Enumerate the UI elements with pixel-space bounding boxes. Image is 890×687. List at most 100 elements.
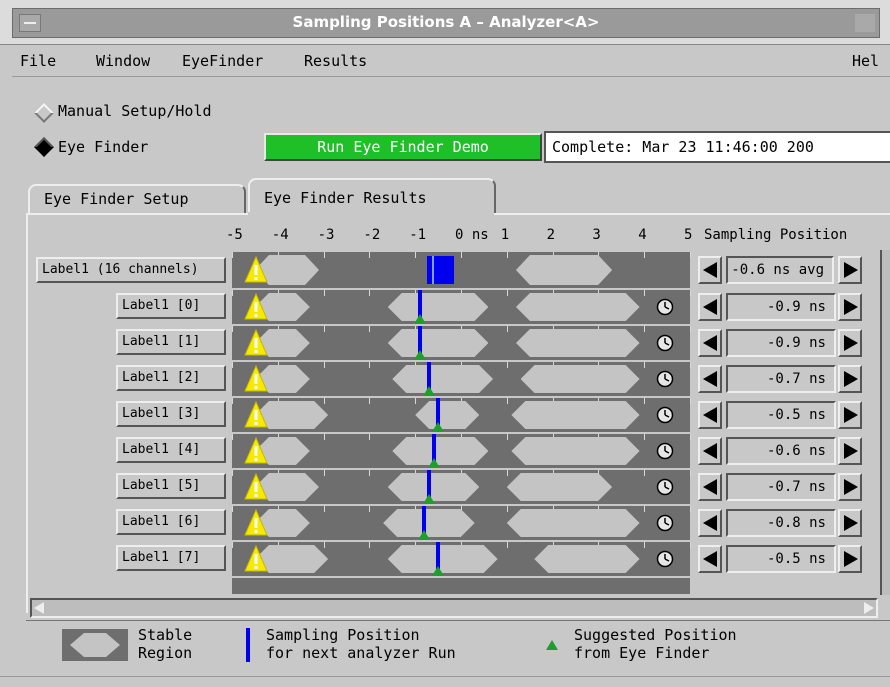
horizontal-scrollbar[interactable] — [30, 598, 878, 618]
warning-icon[interactable] — [244, 509, 268, 537]
manual-setup-radio[interactable] — [34, 103, 54, 123]
title-area[interactable]: Sampling Positions A – Analyzer<A> — [12, 8, 880, 38]
eye-finder-radio[interactable] — [34, 137, 54, 157]
axis-tick-label: 5 — [684, 227, 693, 243]
channel-label-button[interactable]: Label1 [0] — [116, 293, 226, 319]
warning-icon[interactable] — [244, 401, 268, 429]
warning-icon[interactable] — [244, 545, 268, 573]
axis-tick-mark — [232, 252, 233, 258]
channel-decrement-button[interactable] — [698, 509, 722, 537]
axis-tick-mark — [506, 542, 508, 548]
stable-region — [392, 365, 493, 393]
status-field: Complete: Mar 23 11:46:00 200 — [544, 131, 890, 163]
warning-icon[interactable] — [244, 329, 268, 357]
channel-decrement-button[interactable] — [698, 473, 722, 501]
axis-tick-mark — [461, 252, 462, 258]
axis-tick-mark — [506, 506, 508, 512]
run-eye-finder-demo-button[interactable]: Run Eye Finder Demo — [264, 133, 542, 161]
clock-icon[interactable] — [656, 334, 674, 352]
channel-decrement-button[interactable] — [698, 437, 722, 465]
axis-tick-label: 4 — [638, 227, 647, 243]
channel-label-button[interactable]: Label1 [3] — [116, 401, 226, 427]
axis-tick-mark — [506, 398, 508, 404]
channel-plot — [232, 326, 691, 360]
suggested-position-icon — [413, 350, 426, 360]
channel-decrement-button[interactable] — [698, 329, 722, 357]
summary-increment-button[interactable] — [838, 256, 862, 284]
axis-tick-mark — [323, 434, 325, 440]
channel-plot — [232, 434, 691, 468]
menu-window[interactable]: Window — [96, 52, 150, 70]
channel-label-button[interactable]: Label1 [5] — [116, 473, 226, 499]
axis-tick-mark — [232, 542, 233, 548]
menu-results[interactable]: Results — [304, 52, 367, 70]
channel-increment-button[interactable] — [838, 509, 862, 537]
channel-increment-button[interactable] — [838, 329, 862, 357]
clock-icon[interactable] — [656, 406, 674, 424]
axis-tick-label: 1 — [500, 227, 510, 243]
axis-tick-mark — [506, 252, 508, 258]
manual-setup-label[interactable]: Manual Setup/Hold — [58, 102, 212, 120]
clock-icon[interactable] — [656, 442, 674, 460]
warning-icon[interactable] — [244, 293, 268, 321]
channel-label-button[interactable]: Label1 [1] — [116, 329, 226, 355]
channel-increment-button[interactable] — [838, 293, 862, 321]
axis-tick-mark — [690, 326, 691, 332]
summary-label-button[interactable]: Label1 (16 channels) — [36, 257, 226, 283]
warning-icon[interactable] — [244, 473, 268, 501]
axis-tick-mark — [323, 506, 325, 512]
axis-tick-label: -5 — [226, 227, 243, 243]
axis-tick-label: -2 — [363, 227, 381, 243]
axis-tick-mark — [232, 362, 233, 368]
summary-decrement-button[interactable] — [698, 256, 722, 284]
axis-tick-mark — [323, 398, 325, 404]
axis-tick-label: 0 ns — [455, 227, 489, 243]
warning-icon[interactable] — [244, 365, 268, 393]
channel-decrement-button[interactable] — [698, 401, 722, 429]
stable-region-swatch — [62, 629, 128, 661]
channel-decrement-button[interactable] — [698, 365, 722, 393]
clock-icon[interactable] — [656, 370, 674, 388]
axis-tick-label: 3 — [592, 227, 601, 243]
eye-finder-label[interactable]: Eye Finder — [58, 138, 148, 156]
clock-icon[interactable] — [656, 298, 674, 316]
channel-value: -0.9 ns — [726, 329, 836, 357]
warning-icon[interactable] — [244, 437, 268, 465]
channel-increment-button[interactable] — [838, 545, 862, 573]
channel-decrement-button[interactable] — [698, 293, 722, 321]
scroll-right-icon[interactable] — [864, 602, 874, 614]
channel-increment-button[interactable] — [838, 365, 862, 393]
window-title: Sampling Positions A – Analyzer<A> — [292, 13, 600, 31]
axis-tick-mark — [232, 398, 233, 404]
maximize-icon[interactable] — [855, 14, 875, 32]
sampling-position-swatch — [246, 628, 250, 662]
warning-icon[interactable] — [244, 256, 268, 284]
channel-label-button[interactable]: Label1 [7] — [116, 545, 226, 571]
menu-help[interactable]: Hel — [852, 52, 879, 70]
menu-eyefinder[interactable]: EyeFinder — [182, 52, 263, 70]
suggested-position-icon — [422, 386, 435, 396]
stable-region — [511, 401, 639, 429]
channel-increment-button[interactable] — [838, 437, 862, 465]
channel-increment-button[interactable] — [838, 473, 862, 501]
channel-label-button[interactable]: Label1 [2] — [116, 365, 226, 391]
stable-region — [507, 473, 612, 501]
channel-label-button[interactable]: Label1 [4] — [116, 437, 226, 463]
scroll-left-icon[interactable] — [34, 602, 44, 614]
channel-increment-button[interactable] — [838, 401, 862, 429]
clock-icon[interactable] — [656, 514, 674, 532]
stable-region — [388, 329, 489, 357]
tab-eye-finder-setup[interactable]: Eye Finder Setup — [28, 184, 246, 214]
axis-tick-mark — [690, 362, 691, 368]
menu-file[interactable]: File — [20, 52, 56, 70]
channel-label-button[interactable]: Label1 [6] — [116, 509, 226, 535]
channel-decrement-button[interactable] — [698, 545, 722, 573]
stable-region — [521, 365, 640, 393]
clock-icon[interactable] — [656, 550, 674, 568]
tab-eye-finder-results[interactable]: Eye Finder Results — [248, 178, 496, 214]
clock-icon[interactable] — [656, 478, 674, 496]
vertical-scrollbar[interactable] — [880, 250, 890, 595]
axis-tick-mark — [232, 506, 233, 512]
stable-region — [516, 255, 612, 285]
axis-tick-mark — [506, 290, 508, 296]
